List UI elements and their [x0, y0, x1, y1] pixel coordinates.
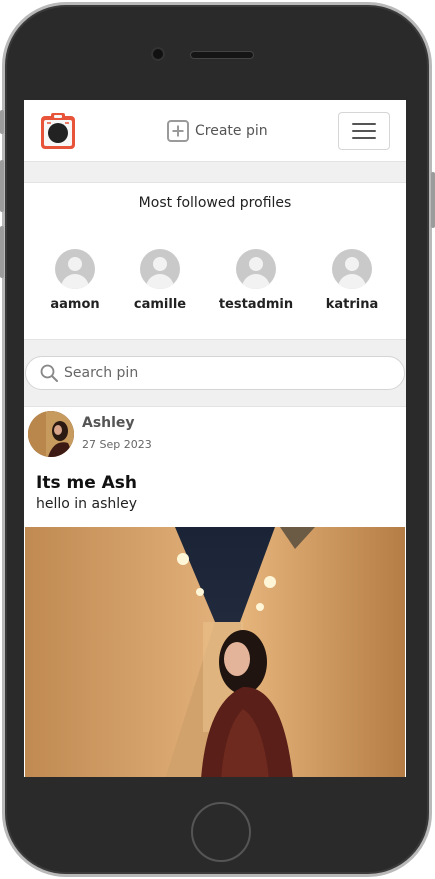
plus-square-icon — [167, 120, 189, 142]
home-button[interactable] — [191, 802, 251, 862]
most-followed-profiles-section: Most followed profiles aamon camille tes… — [24, 182, 406, 340]
user-avatar-placeholder-icon — [55, 249, 95, 289]
user-avatar-placeholder-icon — [140, 249, 180, 289]
user-avatar-placeholder-icon — [236, 249, 276, 289]
front-camera — [153, 49, 163, 59]
search-bar[interactable] — [25, 356, 405, 390]
menu-toggle-button[interactable] — [338, 112, 390, 150]
hamburger-menu-icon — [352, 123, 376, 125]
search-icon — [40, 364, 58, 382]
search-input[interactable] — [64, 365, 364, 381]
profile-card-testadmin[interactable]: testadmin — [211, 249, 301, 312]
volume-down-button — [0, 226, 4, 278]
app-screen: Create pin Most followed profiles aamon … — [24, 100, 406, 777]
author-avatar[interactable] — [28, 411, 74, 457]
profile-card-camille[interactable]: camille — [115, 249, 205, 312]
earpiece-speaker — [191, 52, 253, 58]
post-author-name[interactable]: Ashley — [82, 415, 135, 431]
power-button — [431, 172, 435, 228]
top-navbar: Create pin — [24, 100, 406, 162]
author-photo-thumbnail — [28, 411, 74, 457]
post-title: Its me Ash — [36, 473, 138, 493]
profile-username: katrina — [325, 297, 379, 312]
mute-switch — [0, 110, 4, 134]
profile-card-aamon[interactable]: aamon — [30, 249, 120, 312]
post-description: hello in ashley — [36, 496, 138, 512]
profile-card-katrina[interactable]: katrina — [307, 249, 397, 312]
section-title: Most followed profiles — [138, 195, 292, 211]
user-avatar-placeholder-icon — [332, 249, 372, 289]
volume-up-button — [0, 160, 4, 212]
create-pin-label: Create pin — [195, 123, 268, 139]
profile-username: testadmin — [218, 297, 294, 312]
pin-post-card[interactable]: Ashley 27 Sep 2023 Its me Ash hello in a… — [24, 406, 406, 777]
profile-username: aamon — [50, 297, 100, 312]
post-date: 27 Sep 2023 — [82, 438, 152, 451]
profile-username: camille — [133, 297, 187, 312]
post-photo[interactable] — [25, 527, 405, 777]
pinterest-clipboard-logo-icon[interactable] — [40, 112, 76, 150]
create-pin-button[interactable]: Create pin — [167, 120, 268, 142]
